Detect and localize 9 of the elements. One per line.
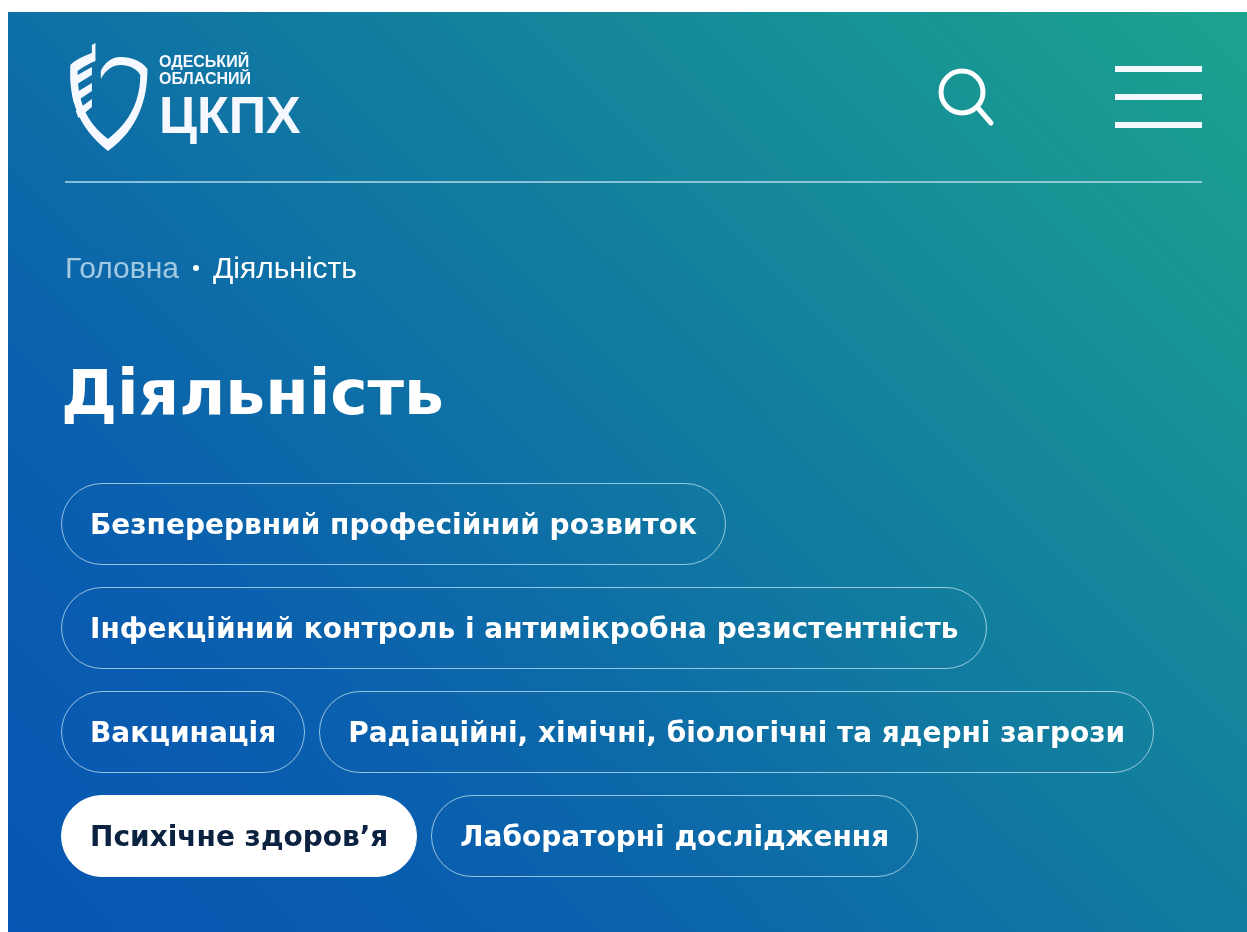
menu-icon[interactable]: [1115, 65, 1202, 128]
search-icon[interactable]: [937, 66, 995, 127]
logo-text: ОДЕСЬКИЙ: [159, 52, 251, 70]
category-chip[interactable]: Психічне здоров’я: [61, 795, 418, 877]
logo-text: ОБЛАСНИЙ: [159, 69, 253, 87]
page-title: Діяльність: [61, 358, 445, 428]
breadcrumb-current[interactable]: Діяльність: [213, 251, 357, 285]
breadcrumb-link[interactable]: Головна: [65, 251, 179, 285]
separator-dot: [193, 265, 199, 271]
